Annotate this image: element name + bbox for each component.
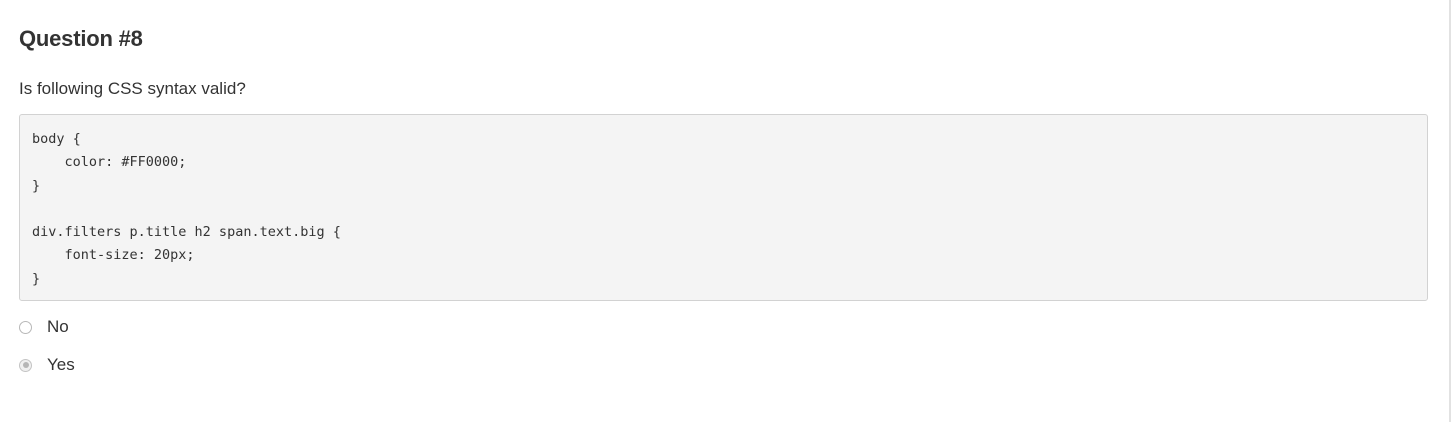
code-block: body { color: #FF0000; } div.filters p.t… [19,114,1428,301]
option-no[interactable]: No [19,317,69,337]
option-yes-label: Yes [47,355,75,374]
question-text: Is following CSS syntax valid? [19,79,246,98]
option-no-label: No [47,317,69,336]
question-title: Question #8 [19,26,143,51]
code-snippet: body { color: #FF0000; } div.filters p.t… [32,131,341,287]
radio-yes[interactable] [19,358,32,372]
option-yes[interactable]: Yes [19,355,75,375]
radio-no[interactable] [19,320,32,334]
